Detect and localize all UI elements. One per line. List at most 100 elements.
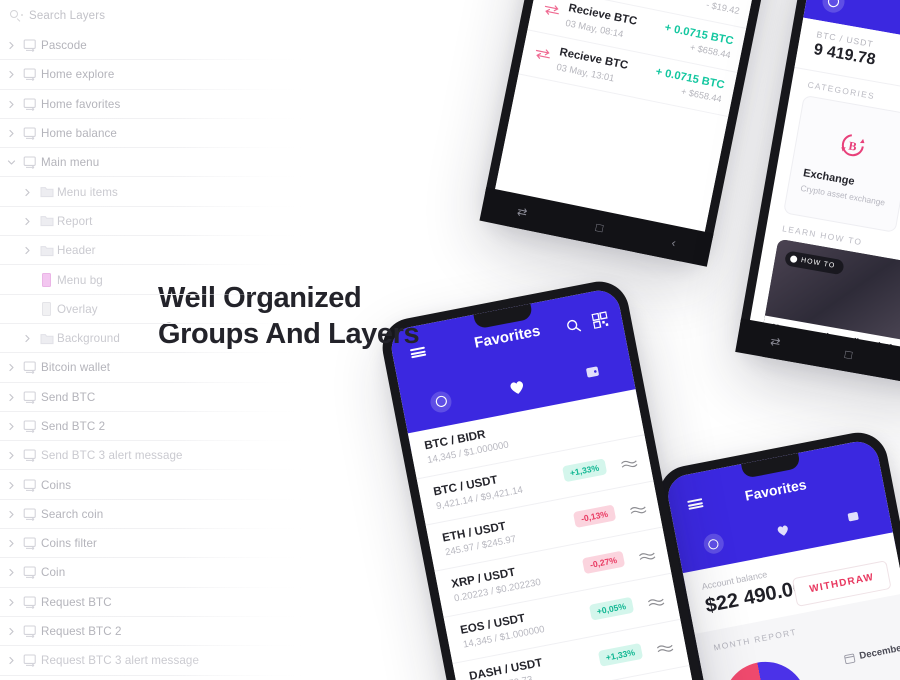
- favorite-pair: DASH / USDT: [468, 656, 544, 680]
- receive-arrow-icon: [543, 2, 561, 17]
- chevron-right-icon[interactable]: [18, 334, 36, 343]
- chevron-right-icon[interactable]: [2, 627, 20, 636]
- compass-icon[interactable]: [701, 532, 726, 556]
- wallet-icon: [586, 366, 600, 378]
- favorites-heart-icon[interactable]: [747, 517, 819, 542]
- layer-row[interactable]: Overlay: [0, 295, 310, 324]
- phone-screen-balance: Favorites Account balance $22 490.00 WIT…: [664, 438, 900, 680]
- favorites-list[interactable]: BTC / BIDR 14,345 / $1.000000 BTC / USDT 9,…: [407, 389, 702, 680]
- chevron-right-icon[interactable]: [2, 451, 20, 460]
- chevron-right-icon[interactable]: [18, 188, 36, 197]
- search-layers-placeholder: Search Layers: [29, 9, 106, 22]
- folder-icon: [36, 186, 57, 198]
- layer-row[interactable]: Home balance: [0, 119, 310, 149]
- phone-mockup-favorites: Favorites BTC / BIDR 14,345 / $1.000000 …: [377, 276, 713, 680]
- tab-wallet[interactable]: [554, 358, 633, 386]
- chevron-right-icon[interactable]: [2, 422, 20, 431]
- layer-name: Send BTC 3 alert message: [41, 449, 183, 463]
- nav-recents-icon[interactable]: ⇄: [769, 334, 781, 350]
- category-card-exchange[interactable]: B Exchange Crypto asset exchange: [783, 94, 900, 233]
- chevron-right-icon[interactable]: [2, 393, 20, 402]
- layer-name: Background: [57, 332, 120, 346]
- phone-screen-favorites: Favorites BTC / BIDR 14,345 / $1.000000 …: [388, 287, 702, 680]
- chevron-right-icon[interactable]: [18, 217, 36, 226]
- layer-row[interactable]: Send BTC 2: [0, 412, 310, 442]
- howto-dot-icon: [789, 255, 798, 264]
- chevron-right-icon[interactable]: [2, 510, 20, 519]
- chevron-right-icon[interactable]: [18, 246, 36, 255]
- layer-row[interactable]: Home favorites: [0, 90, 310, 119]
- layer-row[interactable]: Menu items: [0, 177, 310, 207]
- month-selector[interactable]: December: [843, 642, 900, 665]
- nav-back-icon[interactable]: ‹: [670, 235, 677, 250]
- group-icon: [20, 127, 41, 141]
- chevron-right-icon[interactable]: [2, 568, 20, 577]
- layer-row[interactable]: Coin: [0, 558, 310, 588]
- folder-icon: [36, 333, 57, 345]
- layer-name: Home balance: [41, 127, 117, 141]
- transaction-amount: - 0.002109 BTC: [663, 0, 743, 3]
- layer-row[interactable]: Request BTC 3 alert message: [0, 646, 310, 676]
- layer-name: Request BTC 3 alert message: [41, 654, 199, 668]
- chevron-right-icon[interactable]: [2, 656, 20, 665]
- chevron-right-icon[interactable]: [2, 129, 20, 138]
- chevron-right-icon[interactable]: [2, 363, 20, 372]
- layer-row[interactable]: Bitcoin wallet: [0, 353, 310, 383]
- layer-row[interactable]: Coins: [0, 470, 310, 500]
- layer-name: Bitcoin wallet: [41, 361, 111, 375]
- heart-icon: [510, 380, 523, 394]
- group-icon: [20, 449, 41, 463]
- group-icon: [20, 508, 41, 521]
- tab-explore[interactable]: [401, 384, 481, 419]
- sparkline-icon: [655, 639, 674, 653]
- tab-favorites[interactable]: [478, 372, 557, 401]
- sparkline-icon: [628, 500, 647, 514]
- search-icon: [9, 8, 24, 23]
- chevron-right-icon[interactable]: [2, 481, 20, 490]
- svg-text:B: B: [848, 139, 858, 154]
- layer-name: Coins filter: [41, 537, 97, 551]
- chevron-down-icon[interactable]: [2, 158, 20, 167]
- layer-row[interactable]: Pascode: [0, 31, 310, 61]
- layer-row[interactable]: Request BTC: [0, 588, 310, 617]
- nav-recents-icon[interactable]: ⇄: [516, 204, 529, 220]
- chevron-right-icon[interactable]: [2, 100, 20, 109]
- chevron-right-icon[interactable]: [2, 70, 20, 79]
- sparkline-icon: [619, 454, 638, 468]
- layer-row[interactable]: Report: [0, 207, 310, 237]
- layer-row[interactable]: Main menu: [0, 148, 310, 178]
- month-report-label: MONTH REPORT: [712, 626, 798, 653]
- favorite-change-badge: -0,27%: [581, 550, 626, 575]
- chevron-right-icon[interactable]: [2, 598, 20, 607]
- nav-home-icon[interactable]: □: [844, 347, 854, 362]
- layer-row[interactable]: Home explore: [0, 60, 310, 90]
- calendar-icon: [843, 653, 855, 665]
- group-icon: [20, 420, 41, 433]
- wallet-icon[interactable]: [817, 504, 889, 529]
- layer-row[interactable]: Send BTC 3 alert message: [0, 441, 310, 471]
- compass-icon[interactable]: [428, 389, 454, 414]
- chevron-right-icon[interactable]: [2, 539, 20, 548]
- search-layers-field[interactable]: Search Layers: [0, 0, 310, 31]
- folder-icon: [36, 245, 57, 257]
- compass-icon[interactable]: [820, 0, 847, 15]
- layer-name: Menu items: [57, 185, 118, 199]
- layer-row[interactable]: Send BTC: [0, 383, 310, 412]
- layer-row[interactable]: Coins filter: [0, 529, 310, 559]
- layer-row[interactable]: Search coin: [0, 500, 310, 530]
- layer-row[interactable]: Menu bg: [0, 265, 310, 295]
- layers-panel: Search Layers Pascode Home explore Home fa…: [0, 0, 310, 680]
- layer-row[interactable]: BTC Address: [0, 676, 310, 680]
- nav-home-icon[interactable]: □: [595, 220, 605, 235]
- layer-name: Request BTC 2: [41, 625, 122, 639]
- layer-row[interactable]: Request BTC 2: [0, 617, 310, 647]
- layer-row[interactable]: Background: [0, 324, 310, 354]
- layer-name: Home favorites: [41, 97, 121, 111]
- shape-rect-icon: [36, 273, 57, 288]
- chevron-right-icon[interactable]: [2, 41, 20, 50]
- layer-name: Report: [57, 214, 93, 228]
- layer-row[interactable]: Header: [0, 236, 310, 266]
- month-label: December: [858, 642, 900, 662]
- search-icon[interactable]: [565, 317, 582, 338]
- group-icon: [20, 625, 41, 639]
